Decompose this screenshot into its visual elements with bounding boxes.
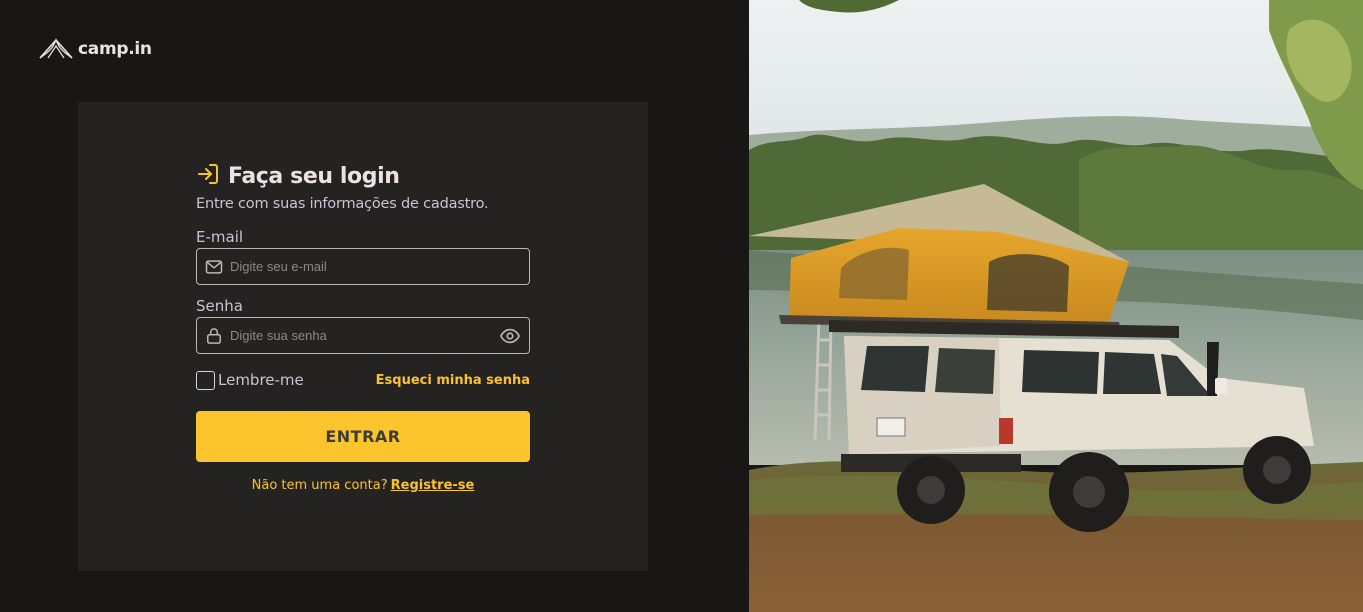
remember-row: Lembre-me Esqueci minha senha [196,369,530,391]
email-input[interactable] [230,259,521,274]
envelope-icon [204,257,224,277]
remember-checkbox[interactable] [196,370,215,390]
tent-icon [38,38,74,60]
remember-label: Lembre-me [218,371,304,389]
email-field-wrapper[interactable] [196,248,530,285]
password-field-wrapper[interactable] [196,317,530,354]
login-subtitle: Entre com suas informações de cadastro. [196,196,489,212]
signup-question: Não tem uma conta? [251,478,388,493]
brand-logo[interactable]: camp.in [38,38,152,60]
login-form: Faça seu login Entre com suas informaçõe… [196,160,530,493]
signup-prompt: Não tem uma conta? Registre-se [196,478,530,493]
lock-icon [204,326,224,346]
page-title: Faça seu login [228,163,400,189]
forgot-password-link[interactable]: Esqueci minha senha [376,373,530,388]
eye-icon[interactable] [499,325,521,347]
register-link[interactable]: Registre-se [391,478,475,493]
login-panel: camp.in Faça seu login Entre com suas in… [0,0,749,612]
login-header: Faça seu login [196,160,530,192]
password-label: Senha [196,297,243,315]
camping-photo [749,0,1363,612]
login-button[interactable]: ENTRAR [196,411,530,462]
email-label: E-mail [196,228,244,246]
brand-name: camp.in [78,39,152,59]
sign-in-arrow-icon [196,162,220,190]
password-input[interactable] [230,328,499,343]
remember-me[interactable]: Lembre-me [196,370,304,390]
hero-image [749,0,1363,612]
login-card: Faça seu login Entre com suas informaçõe… [78,102,648,571]
